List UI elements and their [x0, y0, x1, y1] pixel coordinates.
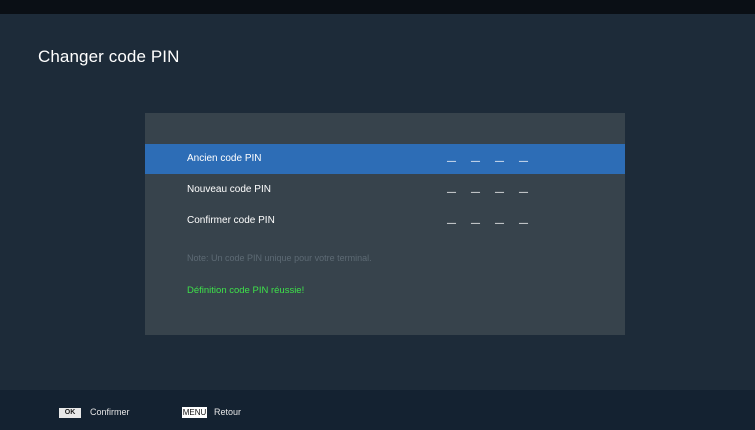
footer-hint-bar: OK Confirmer MENU Retour	[0, 390, 755, 430]
confirm-hint-label: Confirmer	[90, 407, 130, 417]
old-pin-label: Ancien code PIN	[187, 153, 262, 164]
old-pin-row[interactable]: Ancien code PIN _ _ _ _	[145, 144, 625, 174]
ok-key-icon[interactable]: OK	[59, 408, 81, 418]
new-pin-row[interactable]: Nouveau code PIN _ _ _ _	[145, 175, 625, 205]
top-strip	[0, 0, 755, 14]
status-message: Définition code PIN réussie!	[187, 285, 305, 296]
page-title: Changer code PIN	[38, 47, 180, 66]
old-pin-field[interactable]: _ _ _ _	[447, 148, 531, 165]
pin-form-panel: Ancien code PIN _ _ _ _ Nouveau code PIN…	[145, 113, 625, 335]
new-pin-label: Nouveau code PIN	[187, 184, 271, 195]
new-pin-field[interactable]: _ _ _ _	[447, 179, 531, 196]
back-hint-label: Retour	[214, 407, 242, 417]
confirm-pin-row[interactable]: Confirmer code PIN _ _ _ _	[145, 206, 625, 236]
menu-key-icon[interactable]: MENU	[182, 407, 207, 418]
confirm-pin-label: Confirmer code PIN	[187, 215, 275, 226]
confirm-pin-field[interactable]: _ _ _ _	[447, 210, 531, 227]
pin-change-screen: Changer code PIN Ancien code PIN _ _ _ _…	[0, 0, 755, 430]
pin-note: Note: Un code PIN unique pour votre term…	[187, 253, 372, 263]
